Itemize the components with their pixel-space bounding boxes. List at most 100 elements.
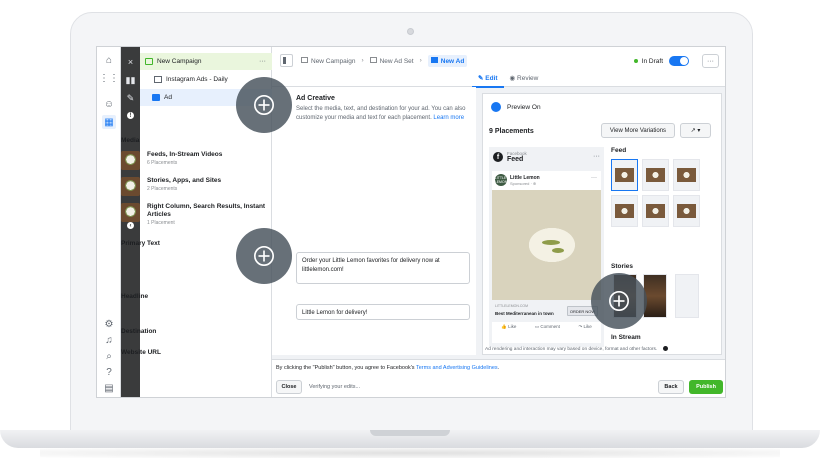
like-action[interactable]: 👍 Like (501, 324, 516, 330)
facebook-feed-preview[interactable]: f Facebook Feed ··· LITTLE LEMON Little … (489, 147, 604, 347)
tree-item-label: New Campaign (157, 58, 202, 65)
tab-review[interactable]: ◉ Review (504, 74, 545, 88)
top-bar: New Campaign › New Ad Set › New Ad In Dr… (272, 47, 725, 88)
chevron-right-icon: › (361, 57, 364, 64)
tab-label: Edit (485, 75, 498, 82)
laptop-shadow (40, 448, 780, 458)
media-thumbnail (121, 177, 140, 196)
website-url-heading: Website URL (121, 349, 161, 356)
search-icon[interactable]: ⌕ (102, 349, 116, 363)
draft-status: In Draft (633, 56, 689, 66)
tree-item-label: Instagram Ads - Daily (166, 76, 228, 83)
adset-icon (369, 56, 377, 63)
alert-icon[interactable]: ! (124, 109, 137, 122)
placement-item[interactable]: Right Column, Search Results, Instant Ar… (121, 203, 283, 226)
feed-thumbnail[interactable] (611, 159, 638, 191)
placement-count: 2 Placements (147, 186, 178, 192)
breadcrumb-ad[interactable]: New Ad (427, 54, 468, 67)
camera-icon (407, 28, 414, 35)
tab-edit[interactable]: ✎ Edit (472, 74, 504, 88)
post-preview: LITTLE LEMON Little Lemon Sponsored · ⊕ … (492, 171, 601, 343)
panel-toggle-icon[interactable] (280, 54, 293, 67)
placement-item[interactable]: Stories, Apps, and Sites 2 Placements (121, 177, 287, 196)
bell-icon[interactable]: ♫ (102, 333, 116, 347)
folder-icon (301, 56, 308, 63)
plus-circle-icon[interactable] (236, 228, 292, 284)
back-button[interactable]: Back (658, 380, 684, 394)
comment-action[interactable]: ▭ Comment (535, 324, 560, 330)
share-action[interactable]: ↷ Like (578, 324, 591, 330)
preview-toggle[interactable]: Preview On (491, 102, 541, 112)
gear-icon[interactable]: ⚙ (102, 317, 116, 331)
link-title: Best Mediterranean in town (495, 311, 554, 316)
terms-notice: By clicking the "Publish" button, you ag… (276, 365, 499, 371)
adset-icon (154, 76, 162, 83)
facebook-icon: f (493, 152, 503, 162)
breadcrumb-campaign[interactable]: New Campaign (301, 56, 356, 65)
placement-title: Feeds, In-Stream Videos (147, 151, 223, 158)
destination-heading: Destination (121, 328, 157, 335)
breadcrumb: New Campaign › New Ad Set › New Ad (280, 54, 468, 67)
placement-count: 1 Placement (147, 220, 175, 226)
feed-heading: Feed (611, 147, 627, 154)
close-button[interactable]: Close (276, 380, 302, 394)
home-icon[interactable]: ⌂ (102, 53, 116, 67)
action-label: Like (583, 324, 592, 329)
apps-grid-icon[interactable]: ⋮⋮ (99, 71, 119, 85)
feed-thumbnail[interactable] (673, 159, 700, 191)
primary-text-field[interactable]: Order your Little Lemon favorites for de… (296, 252, 470, 284)
feed-thumbnail[interactable] (642, 195, 669, 227)
tree-item-campaign[interactable]: New Campaign ··· (140, 53, 272, 70)
more-button[interactable]: ··· (702, 54, 719, 68)
pencil-icon[interactable]: ✎ (124, 92, 137, 105)
terms-suffix: . (497, 365, 500, 371)
more-icon[interactable]: ··· (593, 153, 600, 160)
close-icon[interactable]: × (124, 55, 137, 68)
share-dropdown-button[interactable]: ↗ ▾ (680, 123, 711, 138)
terms-link[interactable]: Terms and Advertising Guidelines (416, 365, 498, 371)
placement-thumbnails: Feed Stories In Stream (611, 147, 717, 341)
feed-thumbnail-grid (611, 159, 701, 227)
publish-button[interactable]: Publish (689, 380, 723, 394)
plus-circle-icon[interactable] (236, 77, 292, 133)
media-thumbnail (121, 203, 140, 222)
headline-field[interactable]: Little Lemon for delivery! (296, 304, 470, 320)
info-icon[interactable] (663, 346, 669, 351)
laptop-notch (370, 430, 450, 436)
instream-heading: In Stream (611, 334, 641, 341)
report-icon[interactable]: ▤ (102, 381, 116, 395)
feed-thumbnail[interactable] (673, 195, 700, 227)
preview-note: Ad rendering and interaction may vary ba… (485, 346, 669, 352)
more-icon[interactable]: ··· (591, 175, 597, 181)
table-icon[interactable]: ▦ (102, 115, 116, 129)
page-name: Little Lemon (510, 174, 540, 181)
feed-thumbnail[interactable] (642, 159, 669, 191)
action-label: Like (508, 324, 517, 329)
tab-bar: ✎ Edit ◉ Review (472, 74, 544, 88)
breadcrumb-label: New Campaign (311, 57, 356, 65)
verifying-status: Verifying your edits... (309, 384, 361, 390)
status-dot-icon (633, 59, 638, 63)
breadcrumb-adset[interactable]: New Ad Set (369, 56, 414, 65)
more-icon[interactable]: ··· (259, 58, 266, 65)
note-text: Ad rendering and interaction may vary ba… (485, 346, 658, 352)
olive-oil-drizzle (552, 248, 564, 253)
toggle-knob-icon (491, 102, 501, 112)
app-rail: ⌂ ⋮⋮ ☺ ▦ ⚙ ♫ ⌕ ? ▤ (97, 47, 121, 397)
view-more-variations-button[interactable]: View More Variations (601, 123, 675, 138)
terms-text: By clicking the "Publish" button, you ag… (276, 365, 415, 371)
plus-circle-icon[interactable] (591, 273, 647, 329)
action-label: Comment (540, 324, 560, 329)
learn-more-link[interactable]: Learn more (433, 115, 464, 121)
story-thumbnail[interactable] (675, 274, 699, 318)
draft-toggle[interactable] (669, 56, 689, 66)
placement-item[interactable]: Feeds, In-Stream Videos 6 Placements (121, 151, 287, 170)
feed-thumbnail[interactable] (611, 195, 638, 227)
link-footer: LITTLELEMON.COM Best Mediterranean in to… (492, 300, 601, 322)
placement-count: 6 Placements (147, 160, 178, 166)
chart-icon[interactable]: ▮▮ (124, 74, 137, 87)
preview-header: f Facebook Feed (493, 151, 527, 163)
help-icon[interactable]: ? (102, 365, 116, 379)
smiley-icon[interactable]: ☺ (102, 97, 116, 111)
screen: ⌂ ⋮⋮ ☺ ▦ ⚙ ♫ ⌕ ? ▤ × ▮▮ ✎ ! ‹ New Campai… (96, 46, 726, 398)
